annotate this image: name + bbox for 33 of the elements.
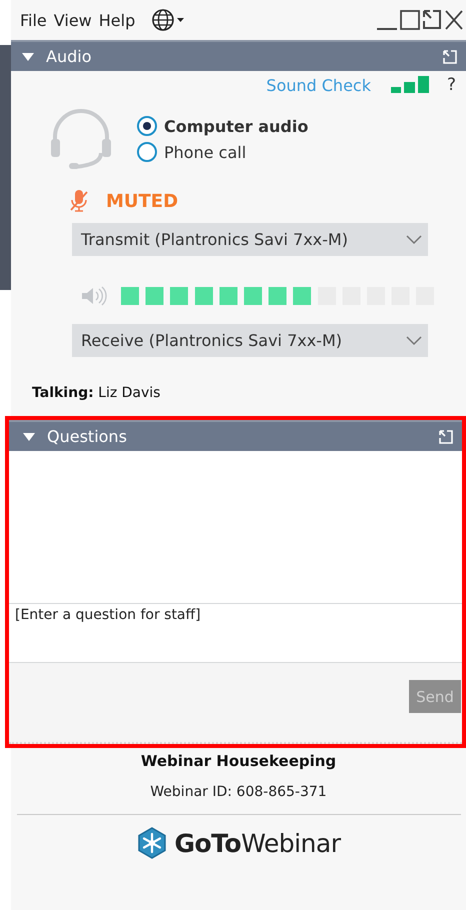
menu-item[interactable]: View: [54, 10, 92, 30]
language-menu[interactable]: [152, 8, 186, 32]
panel-header[interactable]: Questions: [9, 420, 462, 451]
dropdown[interactable]: Receive (Plantronics Savi 7xx-M): [72, 324, 428, 357]
webinar-id: Webinar ID: 608-865-371: [150, 784, 327, 800]
radio-option[interactable]: Computer audio: [137, 116, 308, 136]
radio-option[interactable]: Phone call: [137, 142, 308, 162]
mute-status: MUTED: [106, 190, 178, 212]
help-button[interactable]: ?: [446, 75, 456, 95]
headset-icon: [49, 107, 113, 171]
question-input[interactable]: [Enter a question for staff]: [9, 603, 462, 663]
collapse-triangle-icon[interactable]: [22, 52, 34, 60]
menu-item[interactable]: File: [20, 10, 47, 30]
pop-out-icon[interactable]: [442, 48, 458, 64]
signal-bars-icon: [390, 76, 431, 94]
menu-item[interactable]: Help: [98, 10, 136, 30]
panel-header[interactable]: Audio: [11, 40, 466, 71]
chevron-down-icon: [406, 234, 422, 244]
panel-title: Questions: [47, 427, 127, 446]
flower-logo-icon: [136, 827, 168, 859]
logo-text: GoToWebinar: [174, 828, 340, 858]
pop-out-icon[interactable]: [438, 428, 454, 444]
muted-microphone-icon[interactable]: [70, 189, 88, 213]
collapse-triangle-icon[interactable]: [23, 432, 35, 440]
close-icon[interactable]: [444, 9, 464, 31]
dropdown[interactable]: Transmit (Plantronics Savi 7xx-M): [72, 223, 428, 256]
chevron-down-icon: [406, 336, 422, 346]
talking-status: Talking: Liz Davis: [31, 384, 162, 403]
pop-out-icon[interactable]: [422, 9, 442, 31]
panel-title: Audio: [46, 47, 92, 66]
webinar-title: Webinar Housekeeping: [140, 752, 336, 770]
speaker-icon: [81, 286, 107, 306]
maximize-icon[interactable]: [400, 9, 420, 31]
